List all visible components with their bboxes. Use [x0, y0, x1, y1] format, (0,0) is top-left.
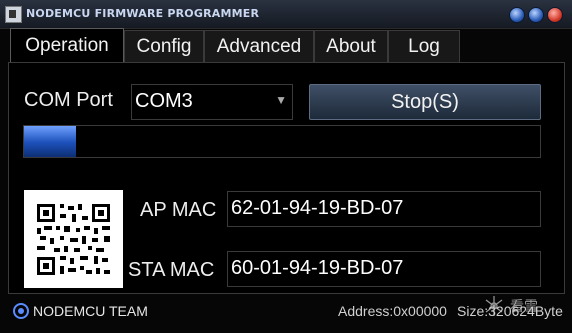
tab-label: Advanced [216, 36, 302, 57]
address-label: Address:0x00000 [338, 303, 447, 319]
watermark-logo: 看雪 [485, 296, 538, 316]
app-window: NODEMCU FIRMWARE PROGRAMMER Operation Co… [0, 0, 572, 333]
svg-text:看雪: 看雪 [510, 299, 538, 315]
chevron-down-icon: ▼ [275, 93, 287, 107]
tab-label: About [326, 36, 376, 57]
tab-label: Log [408, 36, 440, 57]
progress-fill [24, 126, 76, 157]
com-port-select[interactable]: COM3 ▼ [131, 84, 293, 120]
tab-advanced[interactable]: Advanced [204, 30, 314, 63]
ap-mac-field[interactable]: 62-01-94-19-BD-07 [227, 191, 541, 227]
ap-mac-value: 62-01-94-19-BD-07 [231, 197, 404, 219]
window-title: NODEMCU FIRMWARE PROGRAMMER [26, 7, 260, 20]
minimize-button[interactable] [509, 7, 525, 23]
team-label: NODEMCU TEAM [33, 303, 148, 319]
tab-log[interactable]: Log [388, 30, 460, 63]
stop-button-label: Stop(S) [391, 90, 459, 113]
qr-code [24, 190, 123, 288]
progress-bar [23, 125, 541, 158]
titlebar: NODEMCU FIRMWARE PROGRAMMER [0, 0, 572, 29]
com-port-value: COM3 [135, 90, 193, 112]
maximize-button[interactable] [528, 7, 544, 23]
sta-mac-field[interactable]: 60-01-94-19-BD-07 [227, 251, 541, 287]
close-button[interactable] [547, 7, 563, 23]
com-port-label: COM Port [24, 89, 113, 111]
tab-label: Config [136, 36, 192, 57]
app-icon [5, 6, 22, 23]
stop-button[interactable]: Stop(S) [309, 84, 541, 120]
tab-config[interactable]: Config [124, 30, 204, 63]
tab-label: Operation [25, 35, 109, 56]
qr-code-graphic [24, 190, 123, 288]
nodemcu-logo-icon [13, 303, 29, 319]
tab-operation[interactable]: Operation [10, 28, 124, 63]
ap-mac-label: AP MAC [140, 199, 217, 221]
sta-mac-value: 60-01-94-19-BD-07 [231, 257, 404, 279]
sta-mac-label: STA MAC [128, 259, 215, 281]
tab-about[interactable]: About [314, 30, 388, 63]
